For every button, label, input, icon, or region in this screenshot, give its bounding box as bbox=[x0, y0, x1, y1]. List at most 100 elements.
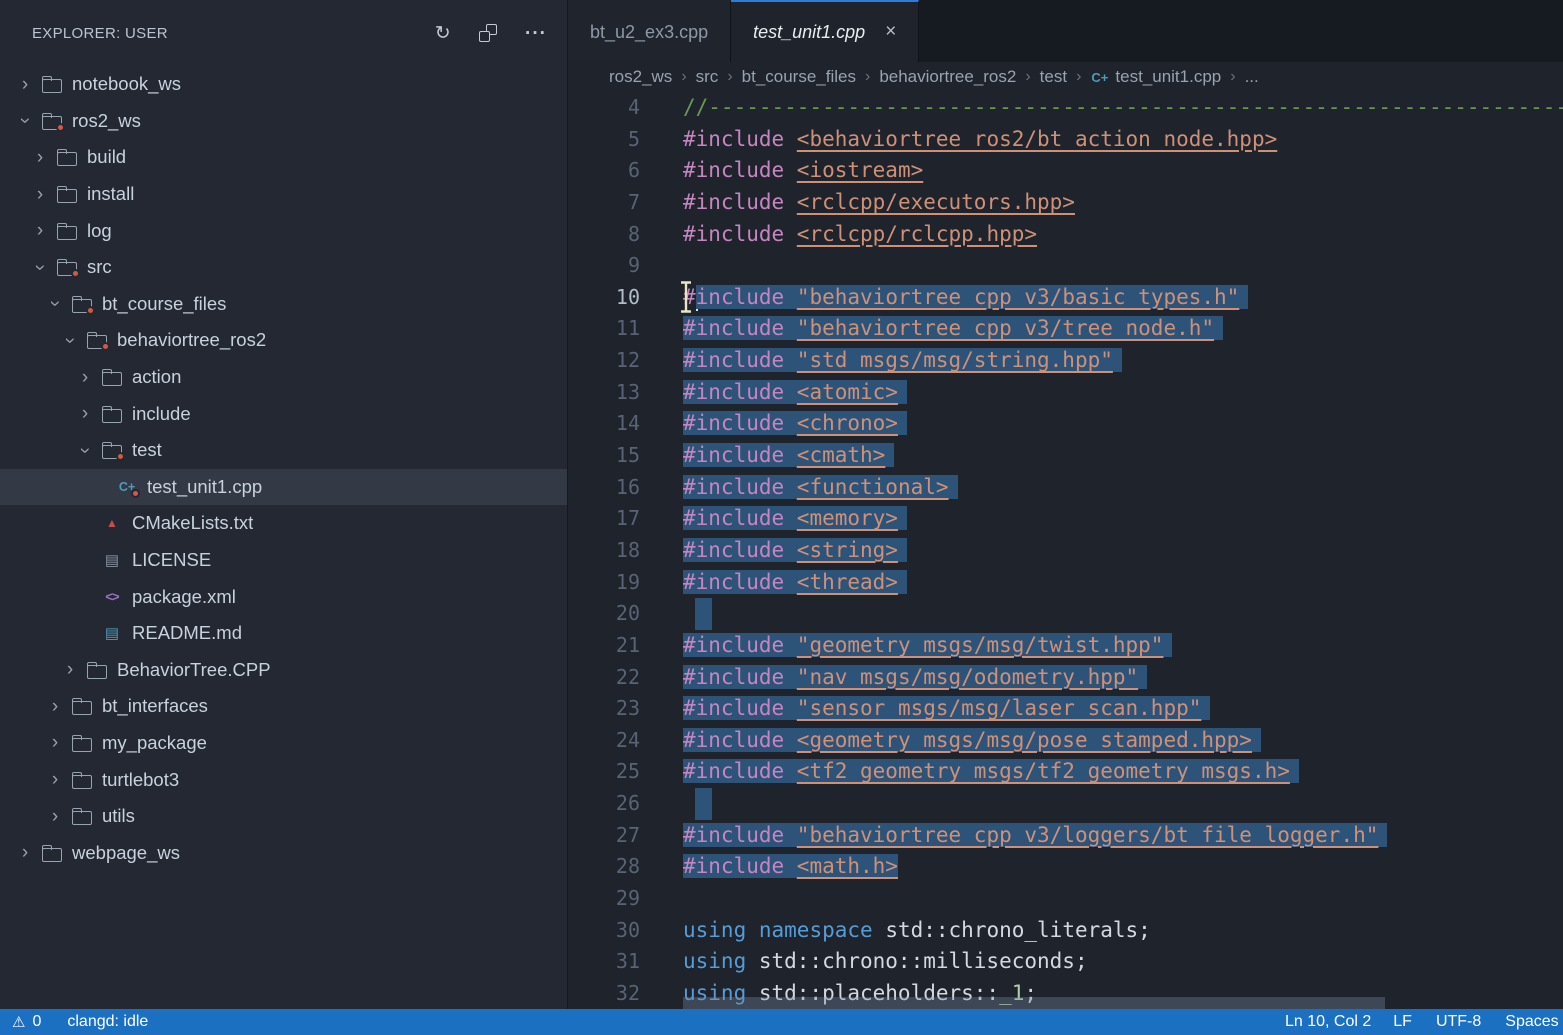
folder-icon bbox=[57, 258, 77, 276]
chevron-down-icon: › bbox=[76, 441, 95, 459]
modified-dot bbox=[71, 269, 80, 278]
line-content: #include <string> bbox=[683, 535, 907, 567]
close-tab-icon[interactable]: × bbox=[885, 21, 896, 43]
file-tree: ›notebook_ws›ros2_ws›build›install›log›s… bbox=[0, 66, 567, 1009]
token: <atomic> bbox=[797, 380, 898, 404]
token: #include bbox=[683, 443, 797, 467]
tree-item-behaviortree-cpp[interactable]: ›BehaviorTree.CPP bbox=[0, 652, 567, 689]
line-content: using std::chrono::milliseconds; bbox=[683, 946, 1088, 978]
breadcrumb-item[interactable]: test_unit1.cpp bbox=[1115, 67, 1221, 87]
tree-item-label: behaviortree_ros2 bbox=[117, 329, 266, 351]
tree-item-label: LICENSE bbox=[132, 549, 211, 571]
breadcrumb-item[interactable]: test bbox=[1040, 67, 1067, 87]
tree-item-label: action bbox=[132, 366, 181, 388]
indent-indicator[interactable]: Spaces bbox=[1505, 1013, 1558, 1031]
line-number: 20 bbox=[568, 598, 640, 630]
tree-item-label: src bbox=[87, 256, 112, 278]
tree-item-cmakelists-txt[interactable]: ▲CMakeLists.txt bbox=[0, 505, 567, 542]
cursor-position[interactable]: Ln 10, Col 2 bbox=[1285, 1013, 1371, 1031]
tree-item-notebook-ws[interactable]: ›notebook_ws bbox=[0, 66, 567, 103]
tree-item-ros2-ws[interactable]: ›ros2_ws bbox=[0, 103, 567, 140]
selection: #include "nav_msgs/msg/odometry.hpp" bbox=[683, 665, 1147, 689]
more-actions-icon[interactable]: ··· bbox=[525, 24, 547, 43]
token: #include bbox=[683, 158, 797, 182]
code-editor[interactable]: 4//-------------------------------------… bbox=[568, 92, 1563, 1009]
code-line-13: 13 #include <atomic> bbox=[568, 377, 1563, 409]
chevron-right-icon: › bbox=[46, 770, 64, 789]
modified-dot bbox=[116, 452, 125, 461]
tree-item-label: test bbox=[132, 439, 162, 461]
tree-item-behaviortree-ros2[interactable]: › behaviortree_ros2 bbox=[0, 322, 567, 359]
breadcrumb-item[interactable]: ros2_ws bbox=[609, 67, 672, 87]
tree-item-turtlebot3[interactable]: ›turtlebot3 bbox=[0, 761, 567, 798]
code-line-18: 18#include <string> bbox=[568, 535, 1563, 567]
chevron-down-icon: › bbox=[61, 331, 80, 349]
encoding-indicator[interactable]: UTF-8 bbox=[1436, 1013, 1481, 1031]
token: "behaviortree_cpp_v3/tree_node.h" bbox=[797, 316, 1214, 340]
selection: #include <memory> bbox=[683, 506, 907, 530]
tree-item-test[interactable]: › test bbox=[0, 432, 567, 469]
token: std::chrono::milliseconds; bbox=[746, 949, 1087, 973]
tree-item-install[interactable]: ›install bbox=[0, 176, 567, 213]
tree-item-my-package[interactable]: ›my_package bbox=[0, 725, 567, 762]
breadcrumb-item[interactable]: behaviortree_ros2 bbox=[879, 67, 1016, 87]
token: "behaviortree_cpp_v3/loggers/bt_file_log… bbox=[797, 823, 1379, 847]
line-content: #include "nav_msgs/msg/odometry.hpp" bbox=[683, 662, 1147, 694]
tab-test-unit1-cpp[interactable]: test_unit1.cpp × bbox=[731, 0, 919, 62]
md-file-icon: ▤ bbox=[102, 624, 122, 642]
line-content: #include <geometry_msgs/msg/pose_stamped… bbox=[683, 725, 1261, 757]
tree-item-build[interactable]: ›build bbox=[0, 139, 567, 176]
tree-item-package-xml[interactable]: <>package.xml bbox=[0, 578, 567, 615]
breadcrumb-item[interactable]: src bbox=[696, 67, 719, 87]
line-number: 31 bbox=[568, 946, 640, 978]
code-line-12: 12#include "std_msgs/msg/string.hpp" bbox=[568, 345, 1563, 377]
token: #include bbox=[683, 348, 797, 372]
token: #include bbox=[683, 127, 797, 151]
line-number: 13 bbox=[568, 377, 640, 409]
line-content: #include <memory> bbox=[683, 503, 907, 535]
line-content: #include <math.h> bbox=[683, 851, 898, 883]
folder-icon bbox=[87, 661, 107, 679]
breadcrumb-item[interactable]: ... bbox=[1245, 67, 1259, 87]
code-line-16: 16#include <functional> bbox=[568, 472, 1563, 504]
token: <memory> bbox=[797, 506, 898, 530]
tree-item-test-unit1-cpp[interactable]: C+test_unit1.cpp bbox=[0, 469, 567, 506]
tree-item-license[interactable]: ▤LICENSE bbox=[0, 542, 567, 579]
tree-item-bt-interfaces[interactable]: ›bt_interfaces bbox=[0, 688, 567, 725]
token: #include bbox=[683, 380, 797, 404]
breadcrumb-separator-icon: › bbox=[1025, 68, 1030, 86]
tree-item-include[interactable]: ›include bbox=[0, 395, 567, 432]
horizontal-scrollbar[interactable] bbox=[683, 997, 1563, 1009]
selection: #include "geometry_msgs/msg/twist.hpp" bbox=[683, 633, 1172, 657]
clangd-status[interactable]: clangd: idle bbox=[67, 1013, 148, 1031]
breadcrumb-item[interactable]: bt_course_files bbox=[742, 67, 856, 87]
tree-item-readme-md[interactable]: ▤README.md bbox=[0, 615, 567, 652]
code-line-17: 17#include <memory> bbox=[568, 503, 1563, 535]
refresh-explorer-icon[interactable]: ↻ bbox=[435, 24, 451, 43]
collapse-folders-icon[interactable] bbox=[479, 24, 497, 42]
code-line-30: 30using namespace std::chrono_literals; bbox=[568, 915, 1563, 947]
tree-item-bt-course-files[interactable]: ›bt_course_files bbox=[0, 286, 567, 323]
tab-bt-u2-ex3-cpp[interactable]: bt_u2_ex3.cpp bbox=[568, 0, 731, 62]
chevron-right-icon: › bbox=[46, 697, 64, 716]
token: #include bbox=[683, 190, 797, 214]
modified-dot bbox=[131, 489, 140, 498]
code-line-6: 6#include <iostream> bbox=[568, 155, 1563, 187]
tree-item-log[interactable]: ›log bbox=[0, 212, 567, 249]
token: //--------------------------------------… bbox=[683, 95, 1563, 119]
scrollbar-thumb[interactable] bbox=[683, 997, 1385, 1009]
line-number: 9 bbox=[568, 250, 640, 282]
selection: #include <atomic> bbox=[683, 380, 907, 404]
selection: #include <math.h> bbox=[683, 854, 898, 878]
tree-item-action[interactable]: ›action bbox=[0, 359, 567, 396]
tree-item-src[interactable]: ›src bbox=[0, 249, 567, 286]
tree-item-utils[interactable]: ›utils bbox=[0, 798, 567, 835]
explorer-header-actions: ↻ ··· bbox=[435, 24, 547, 43]
line-number: 25 bbox=[568, 756, 640, 788]
breadcrumb-separator-icon: › bbox=[727, 68, 732, 86]
chevron-right-icon: › bbox=[46, 807, 64, 826]
code-line-7: 7#include <rclcpp/executors.hpp> bbox=[568, 187, 1563, 219]
problems-indicator[interactable]: ⚠ 0 bbox=[12, 1013, 41, 1031]
tree-item-webpage-ws[interactable]: ›webpage_ws bbox=[0, 834, 567, 871]
eol-indicator[interactable]: LF bbox=[1393, 1013, 1412, 1031]
